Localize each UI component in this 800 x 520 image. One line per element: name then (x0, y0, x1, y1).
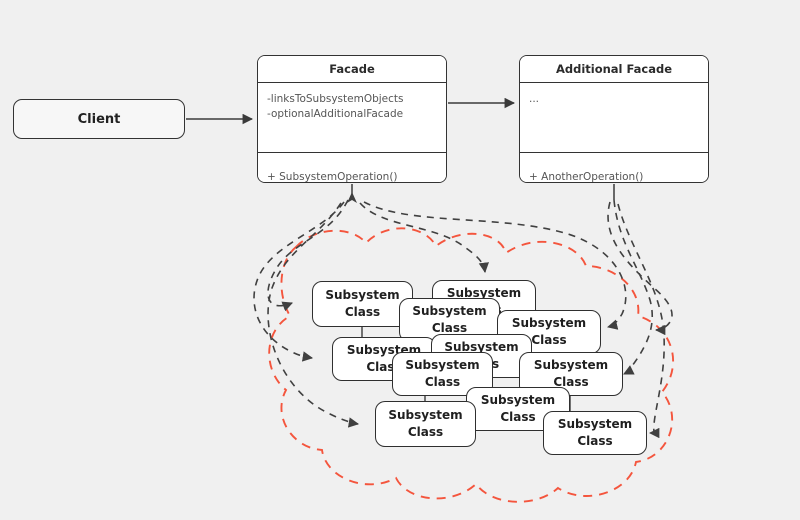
subsystem-class-label-line1: Subsystem (388, 408, 463, 422)
subsystem-class-label-line1: Subsystem (557, 417, 633, 431)
additional-facade-title: Additional Facade (520, 56, 708, 83)
subsystem-class-label-line1: Subsystem (325, 288, 400, 302)
facade-convergence-arrowhead (347, 192, 357, 203)
subsystem-class-label-line1: Subsystem (412, 304, 487, 318)
subsystem-class-box[interactable]: Subsystem Class (375, 401, 476, 447)
subsystem-class-label-line1: Subsystem (511, 316, 587, 330)
client-label: Client (77, 111, 121, 127)
subsystem-class-label-line2: Class (424, 375, 461, 389)
subsystem-class-label-line1: Subsystem (480, 393, 556, 407)
subsystem-class-label-line2: Class (407, 425, 444, 439)
diagram-canvas: Client Facade -linksToSubsystemObjects -… (0, 0, 800, 520)
dashed-facade-to-subsystem-2 (253, 201, 345, 362)
additional-facade-attribute-0: ... (529, 93, 540, 105)
subsystem-class-label-line2: Class (500, 410, 536, 424)
subsystem-class-box[interactable]: Subsystem Class (543, 411, 647, 455)
facade-attribute-1: -optionalAdditionalFacade (267, 108, 404, 120)
subsystem-class-label-line1: Subsystem (533, 358, 609, 372)
dashed-additional-facade-to-subsystem-3 (607, 201, 673, 336)
subsystem-class-label-line2: Class (344, 305, 381, 319)
facade-attributes: -linksToSubsystemObjects -optionalAdditi… (258, 83, 446, 153)
subsystem-class-label-line1: Subsystem (405, 358, 480, 372)
additional-facade-class-box[interactable]: Additional Facade ... + AnotherOperation… (519, 55, 709, 183)
additional-facade-operation-0: + AnotherOperation() (529, 171, 644, 183)
facade-operation-0: + SubsystemOperation() (267, 171, 398, 183)
client-box[interactable]: Client (13, 99, 185, 139)
subsystem-class-label-line2: Class (577, 434, 613, 448)
dashed-additional-facade-to-subsystem-1 (613, 199, 654, 375)
facade-class-box[interactable]: Facade -linksToSubsystemObjects -optiona… (257, 55, 447, 183)
subsystem-class-box[interactable]: Subsystem Class (312, 281, 413, 327)
dashed-facade-to-subsystem-4 (359, 202, 489, 274)
facade-title: Facade (258, 56, 446, 83)
subsystem-class-label-line2: Class (531, 333, 567, 347)
additional-facade-operations: + AnotherOperation() (520, 153, 708, 183)
facade-attribute-0: -linksToSubsystemObjects (267, 93, 404, 105)
dashed-additional-facade-to-subsystem-2 (617, 203, 665, 439)
additional-facade-attributes: ... (520, 83, 708, 153)
facade-operations: + SubsystemOperation() (258, 153, 446, 183)
